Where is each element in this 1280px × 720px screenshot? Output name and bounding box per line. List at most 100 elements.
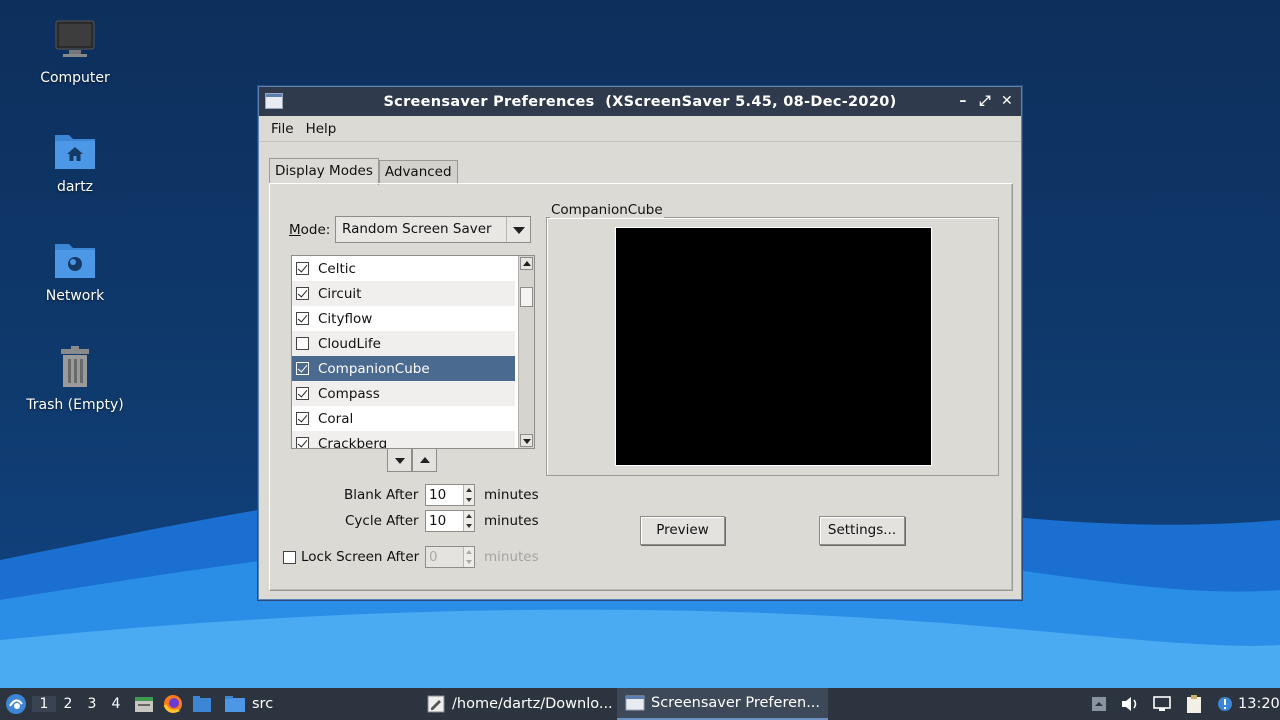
file-manager-icon[interactable] xyxy=(134,694,154,714)
desktop-icon-label: dartz xyxy=(56,179,94,195)
taskbar: 1 2 3 4 src /home/dartz/Downlo... Screen… xyxy=(0,688,1280,720)
task-label: Screensaver Preferen... xyxy=(651,695,821,711)
list-move-buttons xyxy=(387,448,437,472)
minimize-icon[interactable]: – xyxy=(955,91,971,111)
network-folder-icon xyxy=(51,236,99,284)
move-down-button[interactable] xyxy=(387,448,412,472)
screensaver-name: CloudLife xyxy=(318,335,381,352)
screensaver-enable-checkbox[interactable] xyxy=(296,437,309,448)
tab-strip: Display Modes Advanced xyxy=(269,158,458,185)
screensaver-list-item[interactable]: Coral xyxy=(292,406,515,431)
app-icon xyxy=(265,93,283,109)
lock-screen-checkbox[interactable] xyxy=(283,551,296,564)
close-icon[interactable]: ✕ xyxy=(999,91,1015,111)
screensaver-enable-checkbox[interactable] xyxy=(296,337,309,350)
blank-after-unit: minutes xyxy=(484,487,539,503)
clock[interactable]: 13:20 xyxy=(1238,688,1280,720)
lock-screen-label: Lock Screen After xyxy=(301,549,420,565)
task-screensaver[interactable]: Screensaver Preferen... xyxy=(617,688,829,720)
desktop-icon-label: Network xyxy=(45,288,105,304)
screensaver-list-item[interactable]: Crackberg xyxy=(292,431,515,449)
notification-icon[interactable] xyxy=(1216,695,1234,713)
tab-advanced[interactable]: Advanced xyxy=(378,160,458,184)
list-scrollbar[interactable] xyxy=(518,256,534,448)
screensaver-name: Crackberg xyxy=(318,435,388,449)
blank-after-spinner[interactable]: 10 xyxy=(425,484,475,506)
preview-button[interactable]: Preview xyxy=(640,516,725,545)
trash-icon xyxy=(51,345,99,393)
desktop-icon-network[interactable]: Network xyxy=(15,236,135,304)
cycle-after-spinner[interactable]: 10 xyxy=(425,510,475,532)
screensaver-list-item[interactable]: Circuit xyxy=(292,281,515,306)
tab-display-modes[interactable]: Display Modes xyxy=(269,158,379,185)
volume-icon[interactable] xyxy=(1120,695,1140,713)
preview-screen xyxy=(615,227,932,466)
desktop-icon-computer[interactable]: Computer xyxy=(15,18,135,86)
screensaver-enable-checkbox[interactable] xyxy=(296,362,309,375)
screensaver-name: CompanionCube xyxy=(318,360,430,377)
preview-title: CompanionCube xyxy=(550,202,664,218)
workspace-2[interactable]: 2 xyxy=(56,696,80,712)
cycle-after-label: Cycle After xyxy=(345,513,419,529)
move-up-button[interactable] xyxy=(412,448,437,472)
clipboard-icon[interactable] xyxy=(1184,694,1204,714)
workspace-1[interactable]: 1 xyxy=(32,696,56,712)
lock-screen-unit: minutes xyxy=(484,549,539,565)
screensaver-window: Screensaver Preferences (XScreenSaver 5.… xyxy=(258,86,1022,600)
task-file-manager[interactable]: /home/dartz/Downlo... xyxy=(418,688,621,720)
mode-select[interactable]: Random Screen Saver xyxy=(335,216,531,243)
text-editor-icon xyxy=(427,695,445,713)
screensaver-enable-checkbox[interactable] xyxy=(296,387,309,400)
network-icon[interactable] xyxy=(1152,695,1172,713)
firefox-icon[interactable] xyxy=(162,693,184,715)
folder-icon xyxy=(225,696,245,712)
workspace-3[interactable]: 3 xyxy=(80,696,104,712)
chevron-down-icon[interactable] xyxy=(506,217,530,242)
screensaver-enable-checkbox[interactable] xyxy=(296,312,309,325)
screensaver-list-item[interactable]: Compass xyxy=(292,381,515,406)
quicklaunch xyxy=(134,688,212,720)
screensaver-name: Compass xyxy=(318,385,380,402)
cycle-after-value: 10 xyxy=(429,513,447,529)
home-folder-icon xyxy=(51,127,99,175)
menu-help[interactable]: Help xyxy=(300,121,343,137)
menu-file[interactable]: File xyxy=(265,121,300,137)
desktop-icon-home[interactable]: dartz xyxy=(15,127,135,195)
desktop-icon-label: Trash (Empty) xyxy=(26,397,124,413)
folder-src-button[interactable]: src xyxy=(224,688,273,720)
maximize-icon[interactable]: ⤢ xyxy=(977,91,993,111)
task-label: /home/dartz/Downlo... xyxy=(452,696,613,712)
mode-label-rest: ode: xyxy=(300,222,331,238)
screensaver-list-item[interactable]: Cityflow xyxy=(292,306,515,331)
screensaver-name: Coral xyxy=(318,410,354,427)
scroll-down-icon[interactable] xyxy=(520,434,533,447)
blank-after-label: Blank After xyxy=(344,487,419,503)
screensaver-enable-checkbox[interactable] xyxy=(296,412,309,425)
screensaver-enable-checkbox[interactable] xyxy=(296,287,309,300)
tray-show-hidden-icon[interactable] xyxy=(1090,695,1108,713)
scroll-thumb[interactable] xyxy=(520,287,533,307)
desktop-icon-trash[interactable]: Trash (Empty) xyxy=(15,345,135,413)
screensaver-list-item[interactable]: CompanionCube xyxy=(292,356,515,381)
screensaver-list-item[interactable]: CloudLife xyxy=(292,331,515,356)
lxqt-logo-icon xyxy=(6,694,26,714)
folder-src-label: src xyxy=(252,696,274,712)
folder-icon[interactable] xyxy=(192,694,212,714)
lock-screen-spinner: 0 xyxy=(425,546,475,568)
settings-button[interactable]: Settings... xyxy=(819,516,905,545)
start-menu-button[interactable] xyxy=(4,688,28,720)
workspace-switcher: 1 2 3 4 xyxy=(32,688,128,720)
screensaver-list-item[interactable]: Celtic xyxy=(292,256,515,281)
window-icon xyxy=(625,695,645,711)
scroll-up-icon[interactable] xyxy=(520,257,533,270)
workspace-4[interactable]: 4 xyxy=(104,696,128,712)
lock-screen-value: 0 xyxy=(429,549,438,565)
blank-after-value: 10 xyxy=(429,487,447,503)
settings-button-label: Settings... xyxy=(827,522,897,538)
window-titlebar[interactable]: Screensaver Preferences (XScreenSaver 5.… xyxy=(259,87,1021,116)
screensaver-enable-checkbox[interactable] xyxy=(296,262,309,275)
system-tray xyxy=(1090,688,1234,720)
screensaver-name: Celtic xyxy=(318,260,356,277)
preview-button-label: Preview xyxy=(656,522,709,538)
mode-value: Random Screen Saver xyxy=(342,221,492,237)
